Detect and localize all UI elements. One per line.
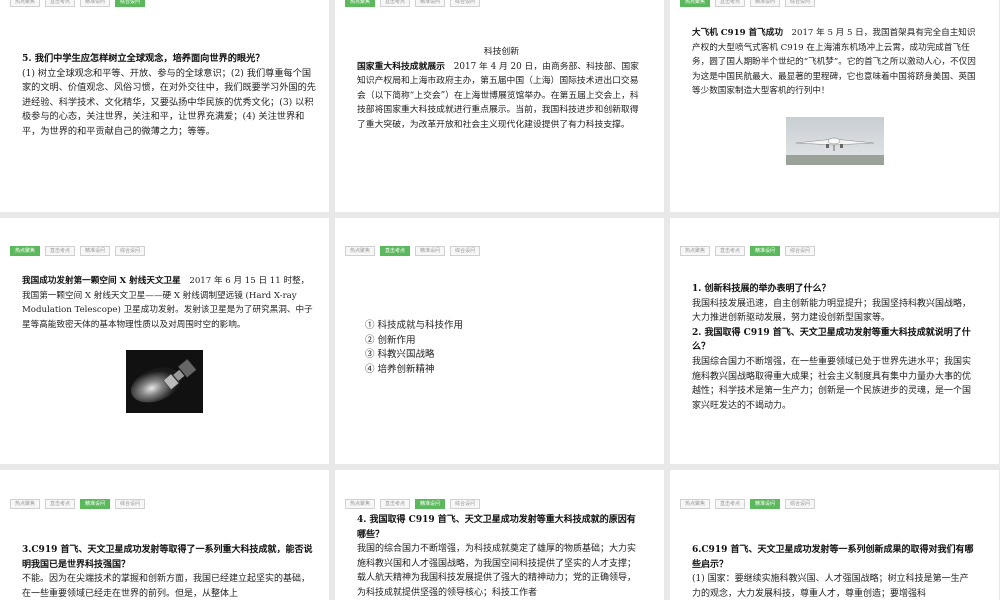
tab-comprehensive-questions[interactable]: 综合设问	[785, 0, 816, 7]
answer-2: 我国综合国力不断增强，在一些重要领域已处于世界先进水平；我国实施科教兴国战略取得…	[692, 356, 972, 411]
question: 5. 我们中学生应怎样树立全球观念，培养面向世界的眼光？	[22, 53, 265, 64]
body-paragraph: 国家重大科技成就展示 2017 年 4 月 20 日，由商务部、科技部、国家知识…	[357, 60, 646, 133]
answer: (1) 国家：要继续实施科教兴国、人才强国战略；树立科技是第一生产力的观念，大力…	[692, 574, 969, 599]
tab-comprehensive-questions[interactable]: 综合设问	[115, 246, 146, 256]
tab-hot-focus[interactable]: 热点聚焦	[345, 499, 376, 509]
tab-comprehensive-questions[interactable]: 综合设问	[450, 0, 481, 7]
slide-2-text: 科技创新 国家重大科技成就展示 2017 年 4 月 20 日，由商务部、科技部…	[357, 45, 646, 133]
tab-key-points[interactable]: 直击考点	[45, 0, 76, 7]
tab-bar: 热点聚焦 直击考点 精准设问 综合设问	[680, 246, 816, 256]
tab-key-points[interactable]: 直击考点	[45, 499, 76, 509]
tab-key-points[interactable]: 直击考点	[715, 499, 746, 509]
answer-1: 我国科技发展迅速，自主创新能力明显提升；我国坚持科教兴国战略，大力推进创新驱动发…	[692, 298, 972, 324]
tab-bar: 热点聚焦 直击考点 精准设问 综合设问	[345, 499, 481, 509]
tab-bar: 热点聚焦 直击考点 精准设问 综合设问	[680, 499, 816, 509]
tab-bar: 热点聚焦 直击考点 精准设问 综合设问	[10, 0, 146, 7]
slide-7: 热点聚焦 直击考点 精准设问 综合设问 3.C919 首飞、天文卫星成功发射等取…	[0, 470, 329, 600]
tab-hot-focus[interactable]: 热点聚焦	[680, 0, 711, 7]
tab-comprehensive-questions[interactable]: 综合设问	[115, 0, 146, 7]
slide-8: 热点聚焦 直击考点 精准设问 综合设问 4. 我国取得 C919 首飞、天文卫星…	[335, 470, 664, 600]
tab-key-points[interactable]: 直击考点	[715, 0, 746, 7]
tab-comprehensive-questions[interactable]: 综合设问	[450, 246, 481, 256]
list-item: ④ 培养创新精神	[365, 363, 435, 375]
slide-2: 热点聚焦 直击考点 精准设问 综合设问 科技创新 国家重大科技成就展示 2017…	[335, 0, 664, 212]
tab-key-points[interactable]: 直击考点	[380, 0, 411, 7]
key-points-list: ① 科技成就与科技作用 ② 创新作用 ③ 科教兴国战略 ④ 培养创新精神	[365, 319, 463, 377]
tab-hot-focus[interactable]: 热点聚焦	[10, 246, 41, 256]
lead: 国家重大科技成就展示	[357, 61, 445, 72]
section-heading: 科技创新	[483, 47, 520, 57]
list-item: ① 科技成就与科技作用	[365, 320, 464, 331]
body-paragraph: 大飞机 C919 首飞成功 2017 年 5 月 5 日，我国首架具有完全自主知…	[692, 26, 977, 99]
tab-bar: 热点聚焦 直击考点 精准设问 综合设问	[10, 499, 146, 509]
tab-precise-questions[interactable]: 精准设问	[80, 499, 111, 509]
tab-comprehensive-questions[interactable]: 综合设问	[115, 499, 146, 509]
tab-precise-questions[interactable]: 精准设问	[750, 0, 781, 7]
slide-1: 热点聚焦 直击考点 精准设问 综合设问 5. 我们中学生应怎样树立全球观念，培养…	[0, 0, 329, 212]
slide-7-text: 3.C919 首飞、天文卫星成功发射等取得了一系列重大科技成就，能否说明我国已是…	[22, 543, 317, 600]
question-2: 2. 我国取得 C919 首飞、天文卫星成功发射等重大科技成就说明了什么？	[692, 327, 971, 353]
tab-key-points[interactable]: 直击考点	[45, 246, 76, 256]
answer: 我国的综合国力不断增强，为科技成就奠定了雄厚的物质基础；大力实施科教兴国和人才强…	[357, 544, 637, 598]
slide-9-text: 6.C919 首飞、天文卫星成功发射等一系列创新成果的取得对我们有哪些启示？ (…	[692, 543, 977, 600]
tab-comprehensive-questions[interactable]: 综合设问	[785, 246, 816, 256]
list-item: ③ 科教兴国战略	[365, 349, 435, 361]
tab-precise-questions[interactable]: 精准设问	[415, 0, 446, 7]
question: 6.C919 首飞、天文卫星成功发射等一系列创新成果的取得对我们有哪些启示？	[692, 545, 974, 570]
tab-key-points[interactable]: 直击考点	[380, 246, 411, 256]
tab-bar: 热点聚焦 直击考点 精准设问 综合设问	[345, 246, 481, 256]
question: 3.C919 首飞、天文卫星成功发射等取得了一系列重大科技成就，能否说明我国已是…	[22, 545, 313, 570]
question: 4. 我国取得 C919 首飞、天文卫星成功发射等重大科技成就的原因有哪些？	[357, 515, 636, 540]
question-1: 1. 创新科技展的举办表明了什么？	[692, 284, 831, 294]
slide-1-text: 5. 我们中学生应怎样树立全球观念，培养面向世界的眼光？ (1) 树立全球观念和…	[22, 52, 317, 140]
tab-bar: 热点聚焦 直击考点 精准设问 综合设问	[10, 246, 146, 256]
answer: 不能。因为在尖端技术的掌握和创新方面，我国已经建立起坚实的基础，在一些重要领域已…	[22, 574, 311, 599]
tab-hot-focus[interactable]: 热点聚焦	[680, 499, 711, 509]
tab-precise-questions[interactable]: 精准设问	[415, 246, 446, 256]
slide-6: 热点聚焦 直击考点 精准设问 综合设问 1. 创新科技展的举办表明了什么？ 我国…	[670, 218, 999, 464]
satellite-photo	[126, 350, 203, 413]
answer: (1) 树立全球观念和平等、开放、参与的全球意识；(2) 我们尊重每个国家的文明…	[22, 67, 316, 137]
lead: 大飞机 C919 首飞成功	[692, 28, 783, 38]
tab-precise-questions[interactable]: 精准设问	[80, 0, 111, 7]
tab-comprehensive-questions[interactable]: 综合设问	[450, 499, 481, 509]
tab-hot-focus[interactable]: 热点聚焦	[10, 499, 41, 509]
slide-9: 热点聚焦 直击考点 精准设问 综合设问 6.C919 首飞、天文卫星成功发射等一…	[670, 470, 999, 600]
list-item: ② 创新作用	[365, 334, 416, 346]
tab-key-points[interactable]: 直击考点	[715, 246, 746, 256]
tab-hot-focus[interactable]: 热点聚焦	[345, 246, 376, 256]
tab-bar: 热点聚焦 直击考点 精准设问 综合设问	[680, 0, 816, 7]
slide-3: 热点聚焦 直击考点 精准设问 综合设问 大飞机 C919 首飞成功 2017 年…	[670, 0, 999, 212]
body-paragraph: 我国成功发射第一颗空间 X 射线天文卫星 2017 年 6 月 15 日 11 …	[22, 274, 317, 332]
tab-precise-questions[interactable]: 精准设问	[750, 246, 781, 256]
slide-6-text: 1. 创新科技展的举办表明了什么？ 我国科技发展迅速，自主创新能力明显提升；我国…	[692, 282, 977, 413]
tab-key-points[interactable]: 直击考点	[380, 499, 411, 509]
tab-hot-focus[interactable]: 热点聚焦	[680, 246, 711, 256]
slide-8-text: 4. 我国取得 C919 首飞、天文卫星成功发射等重大科技成就的原因有哪些？ 我…	[357, 513, 642, 600]
lead: 我国成功发射第一颗空间 X 射线天文卫星	[22, 276, 181, 286]
slide-4-text: 我国成功发射第一颗空间 X 射线天文卫星 2017 年 6 月 15 日 11 …	[22, 274, 317, 332]
tab-precise-questions[interactable]: 精准设问	[80, 246, 111, 256]
body: 2017 年 5 月 5 日，我国首架具有完全自主知识产权的大型喷气式客机 C9…	[692, 28, 976, 97]
tab-comprehensive-questions[interactable]: 综合设问	[785, 499, 816, 509]
tab-hot-focus[interactable]: 热点聚焦	[10, 0, 41, 7]
tab-precise-questions[interactable]: 精准设问	[415, 499, 446, 509]
tab-precise-questions[interactable]: 精准设问	[750, 499, 781, 509]
slide-3-text: 大飞机 C919 首飞成功 2017 年 5 月 5 日，我国首架具有完全自主知…	[692, 26, 977, 99]
airplane-photo	[786, 117, 884, 165]
slide-4: 热点聚焦 直击考点 精准设问 综合设问 我国成功发射第一颗空间 X 射线天文卫星…	[0, 218, 329, 464]
tab-hot-focus[interactable]: 热点聚焦	[345, 0, 376, 7]
slide-5: 热点聚焦 直击考点 精准设问 综合设问 ① 科技成就与科技作用 ② 创新作用 ③…	[335, 218, 664, 464]
tab-bar: 热点聚焦 直击考点 精准设问 综合设问	[345, 0, 481, 7]
